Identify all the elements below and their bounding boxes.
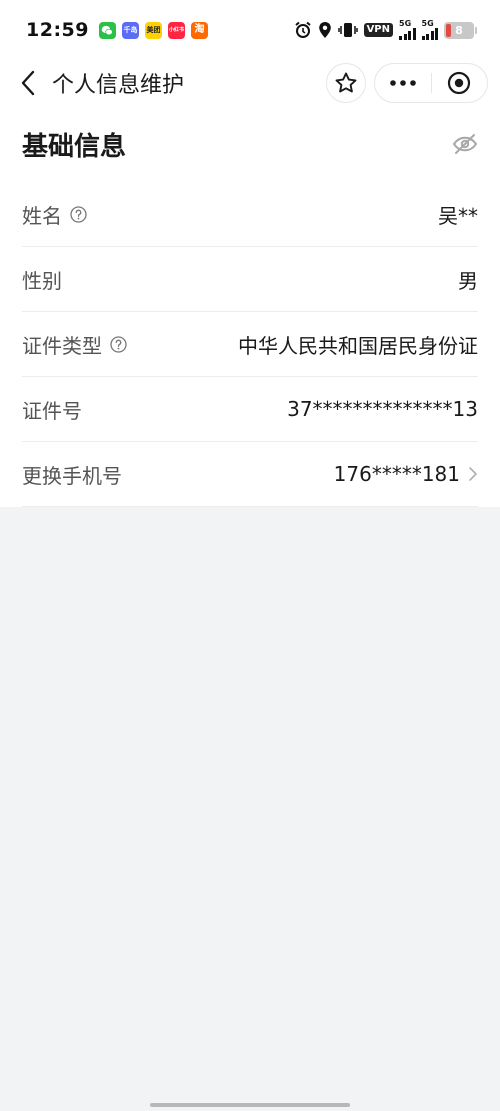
meituan-app-icon: 美团: [144, 21, 162, 39]
toggle-visibility-button[interactable]: [452, 133, 478, 155]
vibrate-icon: [337, 22, 358, 38]
favorite-button[interactable]: [326, 63, 366, 103]
wechat-app-icon: [98, 21, 116, 39]
help-circle-icon[interactable]: [70, 205, 87, 223]
miniprogram-capsule: [374, 63, 488, 103]
eye-hidden-icon: [452, 134, 478, 154]
row-label: 证件号: [22, 395, 82, 424]
id-type-value: 中华人民共和国居民身份证: [238, 333, 478, 358]
name-label: 姓名: [22, 203, 62, 228]
battery-level: 8: [455, 23, 463, 37]
id-number-value: 37**************13: [287, 397, 478, 421]
phone-value-group: 176*****181: [334, 462, 478, 486]
info-list: 姓名 吴** 性别 男 证件类型 中华人民共和国居民身份证 证件号 37****…: [0, 182, 500, 507]
row-label: 证件类型: [22, 330, 127, 359]
battery-icon: 8: [444, 21, 477, 39]
nav-bar: 个人信息维护: [0, 60, 500, 106]
sim2-network-type: 5G: [421, 19, 434, 28]
back-button[interactable]: [14, 63, 42, 103]
star-icon: [335, 72, 357, 93]
more-dots-icon: [389, 80, 416, 86]
gender-label: 性别: [22, 268, 62, 293]
status-right: VPN 5G 5G 8: [294, 19, 477, 40]
row-label: 姓名: [22, 200, 87, 229]
info-row-name: 姓名 吴**: [22, 182, 478, 247]
more-button[interactable]: [375, 64, 431, 102]
sim2-signal-icon: 5G: [421, 19, 438, 40]
content-card: 12:59 千岛 美团 小红书 淘 VPN 5G 5G 8 个人信息维护 基础信…: [0, 0, 500, 507]
vpn-badge: VPN: [363, 23, 393, 37]
page-title: 个人信息维护: [52, 73, 185, 98]
chevron-right-icon: [468, 466, 478, 482]
info-row-change-phone[interactable]: 更换手机号 176*****181: [22, 442, 478, 507]
status-bar: 12:59 千岛 美团 小红书 淘 VPN 5G 5G 8: [0, 0, 500, 60]
info-row-gender: 性别 男: [22, 247, 478, 312]
section-header: 基础信息: [0, 106, 500, 182]
target-close-icon: [448, 71, 471, 95]
xiaohongshu-app-icon: 小红书: [167, 21, 185, 39]
info-row-id-number: 证件号 37**************13: [22, 377, 478, 442]
row-label: 更换手机号: [22, 460, 122, 489]
location-icon: [318, 21, 332, 39]
change-phone-label: 更换手机号: [22, 463, 122, 488]
info-row-id-type: 证件类型 中华人民共和国居民身份证: [22, 312, 478, 377]
sim1-network-type: 5G: [399, 19, 412, 28]
row-label: 性别: [22, 265, 62, 294]
status-left: 12:59 千岛 美团 小红书 淘: [26, 19, 208, 41]
sim1-signal-icon: 5G: [399, 20, 416, 40]
gender-value: 男: [458, 268, 478, 293]
status-time: 12:59: [26, 19, 89, 41]
section-title: 基础信息: [22, 131, 127, 162]
id-type-label: 证件类型: [22, 333, 102, 358]
chevron-left-icon: [21, 70, 35, 96]
id-number-label: 证件号: [22, 398, 82, 423]
close-miniprogram-button[interactable]: [432, 64, 488, 102]
phone-value: 176*****181: [333, 462, 460, 486]
home-indicator[interactable]: [150, 1103, 350, 1107]
name-value: 吴**: [438, 203, 478, 228]
taobao-app-icon: 淘: [190, 21, 208, 39]
qianduo-app-icon: 千岛: [121, 21, 139, 39]
help-circle-icon[interactable]: [110, 335, 127, 353]
alarm-icon: [294, 21, 312, 39]
